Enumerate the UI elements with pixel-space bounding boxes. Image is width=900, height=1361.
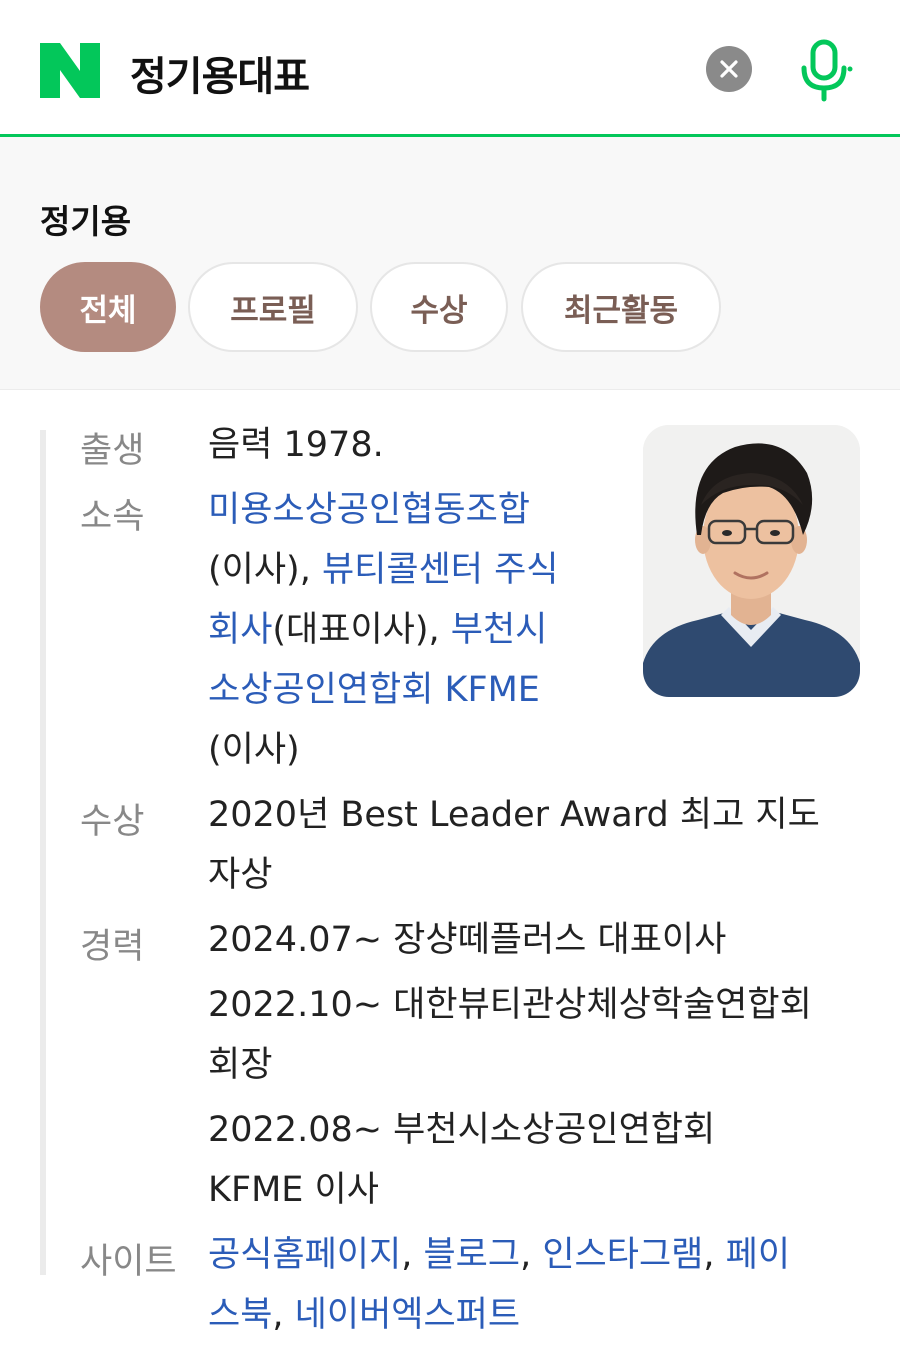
org-link-bucheon-association-cont[interactable]: 소상공인연합회 KFME [208,670,540,710]
close-icon [720,60,738,78]
award-line-2: 자상 [208,855,273,895]
naver-expert-link[interactable]: 네이버엑스퍼트 [295,1295,520,1335]
tab-awards[interactable]: 수상 [370,262,508,352]
official-homepage-link[interactable]: 공식홈페이지 [208,1235,401,1275]
blog-link[interactable]: 블로그 [423,1235,520,1275]
separator: , [272,1295,295,1335]
search-bar: 정기용대표 [0,0,900,137]
career-item-2-cont: 회장 [208,1045,273,1085]
affiliation-label: 소속 [80,497,145,537]
tab-all[interactable]: 전체 [40,262,176,352]
person-portrait-image [643,425,860,697]
affiliation-line-3: 회사(대표이사), 부천시 [208,600,547,660]
naver-logo-icon[interactable] [40,43,100,98]
award-label: 수상 [80,802,145,842]
org-link-cosmetics-cooperative[interactable]: 미용소상공인협동조합 [208,490,530,530]
profile-photo[interactable] [643,425,860,697]
facebook-link[interactable]: 페이 [726,1235,790,1275]
section-divider-bar [40,430,46,1275]
career-item-3-cont: KFME 이사 [208,1170,379,1210]
award-line-1: 2020년 Best Leader Award 최고 지도 [208,795,820,835]
affiliation-line-2: (이사), 뷰티콜센터 주식 [208,540,559,600]
career-item-2: 2022.10~ 대한뷰티관상체상학술연합회 [208,985,812,1025]
career-item-3: 2022.08~ 부천시소상공인연합회 [208,1110,716,1150]
person-name: 정기용 [40,202,132,241]
role-text: (이사), [208,550,322,590]
role-text: (이사) [208,730,300,770]
birth-value: 음력 1978. [208,425,384,465]
org-link-beauty-callcenter-cont[interactable]: 회사 [208,610,272,650]
tab-profile[interactable]: 프로필 [188,262,358,352]
affiliation-line-5: (이사) [208,720,300,780]
affiliation-line-1: 미용소상공인협동조합 [208,480,530,540]
sites-line-2: 스북, 네이버엑스퍼트 [208,1285,520,1345]
facebook-link-cont[interactable]: 스북 [208,1295,272,1335]
microphone-icon[interactable] [797,38,853,102]
profile-header: 정기용 전체 프로필 수상 최근활동 [0,137,900,390]
instagram-link[interactable]: 인스타그램 [542,1235,703,1275]
separator: , [401,1235,424,1275]
role-text: (대표이사), [272,610,451,650]
search-query-text[interactable]: 정기용대표 [130,44,310,102]
tab-recent-activity[interactable]: 최근활동 [521,262,721,352]
sites-label: 사이트 [80,1242,177,1282]
birth-label: 출생 [80,431,145,471]
separator: , [703,1235,726,1275]
org-link-bucheon-association[interactable]: 부천시 [451,610,548,650]
clear-search-button[interactable] [706,46,752,92]
affiliation-line-4: 소상공인연합회 KFME [208,660,540,720]
org-link-beauty-callcenter[interactable]: 뷰티콜센터 주식 [322,550,559,590]
separator: , [520,1235,543,1275]
career-label: 경력 [80,927,145,967]
sites-line-1: 공식홈페이지, 블로그, 인스타그램, 페이 [208,1225,790,1285]
career-item-1: 2024.07~ 장샹떼플러스 대표이사 [208,920,727,960]
